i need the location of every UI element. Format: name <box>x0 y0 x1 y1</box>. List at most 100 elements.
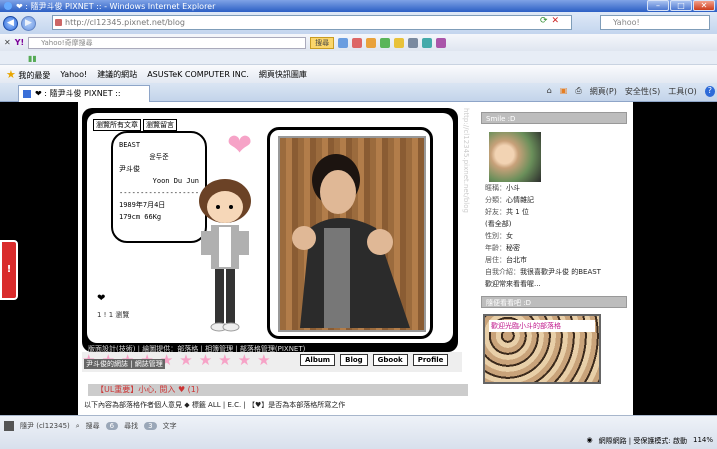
side-float-tab[interactable]: ! <box>0 240 18 300</box>
favorites-button[interactable]: ★ 我的最愛 <box>6 68 50 81</box>
info-key: 年齡： <box>485 244 506 252</box>
blog-header: 瀏覽所有文章 瀏覽留言 BEAST 윤두준 尹斗俊 Yoon Du Jun --… <box>82 108 458 353</box>
games-icon[interactable] <box>422 37 433 48</box>
forward-button[interactable]: ▶ <box>21 15 36 31</box>
favorite-item-yahoo[interactable]: Yahoo! <box>60 70 87 79</box>
info-value: 我很喜歡尹斗俊 的BEAST <box>520 268 601 276</box>
search-icon[interactable]: ⌕ <box>76 422 80 431</box>
profile-info-row: 好友：共 1 位 <box>485 206 627 218</box>
security-zone[interactable]: 網際網路 | 受保護模式: 啟動 <box>599 436 687 446</box>
print-icon[interactable]: ⎙ <box>575 86 581 97</box>
search-placeholder: Yahoo! <box>613 18 640 27</box>
section-title[interactable]: 【UL重要】小心, 閱入 ♥ (1) <box>88 384 468 396</box>
tools-menu[interactable]: 工具(O) <box>668 86 697 97</box>
info-value: (看全部) <box>485 220 512 228</box>
yahoo-search-input[interactable]: Yahoo!奇摩搜尋 <box>28 36 307 49</box>
refresh-icon[interactable]: ⟳ <box>540 16 548 26</box>
shopping-icon[interactable] <box>366 37 377 48</box>
pink-star-icon: ★ <box>198 351 213 369</box>
news-icon[interactable] <box>352 37 363 48</box>
mail-icon[interactable] <box>338 37 349 48</box>
globe-icon: ◉ <box>586 436 593 444</box>
chibi-character-illustration <box>199 179 251 332</box>
browser-search-input[interactable]: Yahoo! <box>600 15 710 30</box>
feed-icon[interactable]: ▣ <box>560 86 568 97</box>
blog-nav-buttons: Album Blog Gbook Profile <box>300 354 449 366</box>
favorite-item-asus[interactable]: ASUSTeK COMPUTER INC. <box>147 70 249 79</box>
vertical-blog-url: http://cl12345.pixnet.net/blog <box>462 108 470 213</box>
yahoo-logo[interactable]: Y! <box>15 38 24 47</box>
page-menu[interactable]: 網頁(P) <box>590 86 617 97</box>
favorite-icon[interactable] <box>394 37 405 48</box>
bubble-group: BEAST <box>119 141 141 149</box>
info-value: 女 <box>506 232 513 240</box>
header-tabs: 瀏覽所有文章 瀏覽留言 <box>93 119 177 131</box>
person-photo-illustration <box>292 154 410 328</box>
tab-current[interactable]: ❤ : 隨尹斗俊 PIXNET :: <box>18 85 150 102</box>
stop-icon[interactable]: ✕ <box>552 16 560 26</box>
info-value: 台北市 <box>506 256 527 264</box>
blog-button[interactable]: Blog <box>340 354 368 366</box>
web-page: ! 瀏覽所有文章 瀏覽留言 BEAST 윤두준 尹斗俊 Yoon Du Jun … <box>0 102 717 415</box>
address-input[interactable]: http://cl12345.pixnet.net/blog <box>52 15 572 30</box>
status-item-find[interactable]: 尋找 <box>124 421 138 431</box>
profile-info: 暱稱：小斗 分類：心情雜記 好友：共 1 位 (看全部) 性別：女 年齡：秘密 居住：台北市… <box>481 182 627 290</box>
avatar[interactable] <box>489 132 541 182</box>
address-url-text: http://cl12345.pixnet.net/blog <box>65 18 185 27</box>
info-value: 秘密 <box>506 244 520 252</box>
safety-menu[interactable]: 安全性(S) <box>625 86 660 97</box>
profile-info-row: 性別：女 <box>485 230 627 242</box>
close-toolbar-icon[interactable]: ✕ <box>4 38 11 47</box>
help-icon[interactable]: ? <box>704 86 715 97</box>
window-title: ❤ : 隨尹斗俊 PIXNET :: - Windows Internet Ex… <box>16 1 216 11</box>
star-icon: ★ <box>6 67 16 81</box>
address-bar-row: ◀ ▶ http://cl12345.pixnet.net/blog ⟳ ✕ Y… <box>0 12 717 34</box>
maximize-button[interactable]: □ <box>670 0 692 11</box>
tab-label: ❤ : 隨尹斗俊 PIXNET :: <box>35 89 121 98</box>
favorite-item-suggested[interactable]: 建議的網站 <box>97 69 137 80</box>
settings-icon[interactable] <box>408 37 419 48</box>
profile-button[interactable]: Profile <box>412 354 449 366</box>
bubble-birth: 1989年7月4日 <box>119 201 166 209</box>
status-item-text[interactable]: 文字 <box>163 421 177 431</box>
minimize-button[interactable]: – <box>647 0 669 11</box>
info-value: 歡迎常來看看喔... <box>485 280 541 288</box>
tab-thumbnail-icon[interactable] <box>4 421 14 431</box>
bubble-stats: 179cm 66Kg <box>119 213 162 221</box>
count-pill: 3 <box>144 422 157 430</box>
guestbook-link[interactable]: 瀏覽留言 <box>143 119 177 131</box>
widget-text: 歡迎光臨小斗的部落格 <box>489 320 595 332</box>
favorite-item-gallery[interactable]: 網頁快訊圖庫 <box>259 69 307 80</box>
header-card: 瀏覽所有文章 瀏覽留言 BEAST 윤두준 尹斗俊 Yoon Du Jun --… <box>87 113 453 343</box>
info-value: 小斗 <box>506 184 520 192</box>
back-button[interactable]: ◀ <box>3 15 18 31</box>
info-value: 心情雜記 <box>506 196 534 204</box>
count-pill: 6 <box>105 422 119 430</box>
zoom-level[interactable]: 114% <box>693 436 713 446</box>
info-key: 性別： <box>485 232 506 240</box>
home-icon[interactable]: ⌂ <box>547 86 552 97</box>
pink-star-icon: ★ <box>257 351 271 369</box>
info-key: 好友： <box>485 208 506 216</box>
status-right: ◉ 網際網路 | 受保護模式: 啟動 114% <box>586 436 713 446</box>
status-tab-label[interactable]: 隨尹 (cl12345) <box>20 421 70 431</box>
info-key: 分類： <box>485 196 506 204</box>
auction-icon[interactable] <box>380 37 391 48</box>
gbook-button[interactable]: Gbook <box>372 354 408 366</box>
site-favicon <box>55 19 62 26</box>
profile-info-row: 歡迎常來看看喔... <box>485 278 627 290</box>
pink-star-icon: ★ <box>179 351 193 369</box>
info-key: 暱稱： <box>485 184 506 192</box>
leopard-widget[interactable]: 歡迎光臨小斗的部落格 <box>483 314 601 384</box>
profile-info-row: 自我介紹：我很喜歡尹斗俊 的BEAST <box>485 266 627 278</box>
signal-icon: ▮▮ <box>28 54 37 63</box>
close-button[interactable]: ✕ <box>693 0 715 11</box>
pink-star-icon: ★ <box>237 351 252 369</box>
status-row-top: 隨尹 (cl12345) ⌕ 搜尋 6 尋找 3 文字 <box>0 418 717 434</box>
status-item-search[interactable]: 搜尋 <box>86 421 100 431</box>
album-button[interactable]: Album <box>300 354 336 366</box>
profile-header: Smile :D <box>481 112 627 124</box>
tools-icon[interactable] <box>436 37 447 48</box>
yahoo-search-button[interactable]: 搜尋 <box>310 36 335 49</box>
all-articles-link[interactable]: 瀏覽所有文章 <box>93 119 141 131</box>
